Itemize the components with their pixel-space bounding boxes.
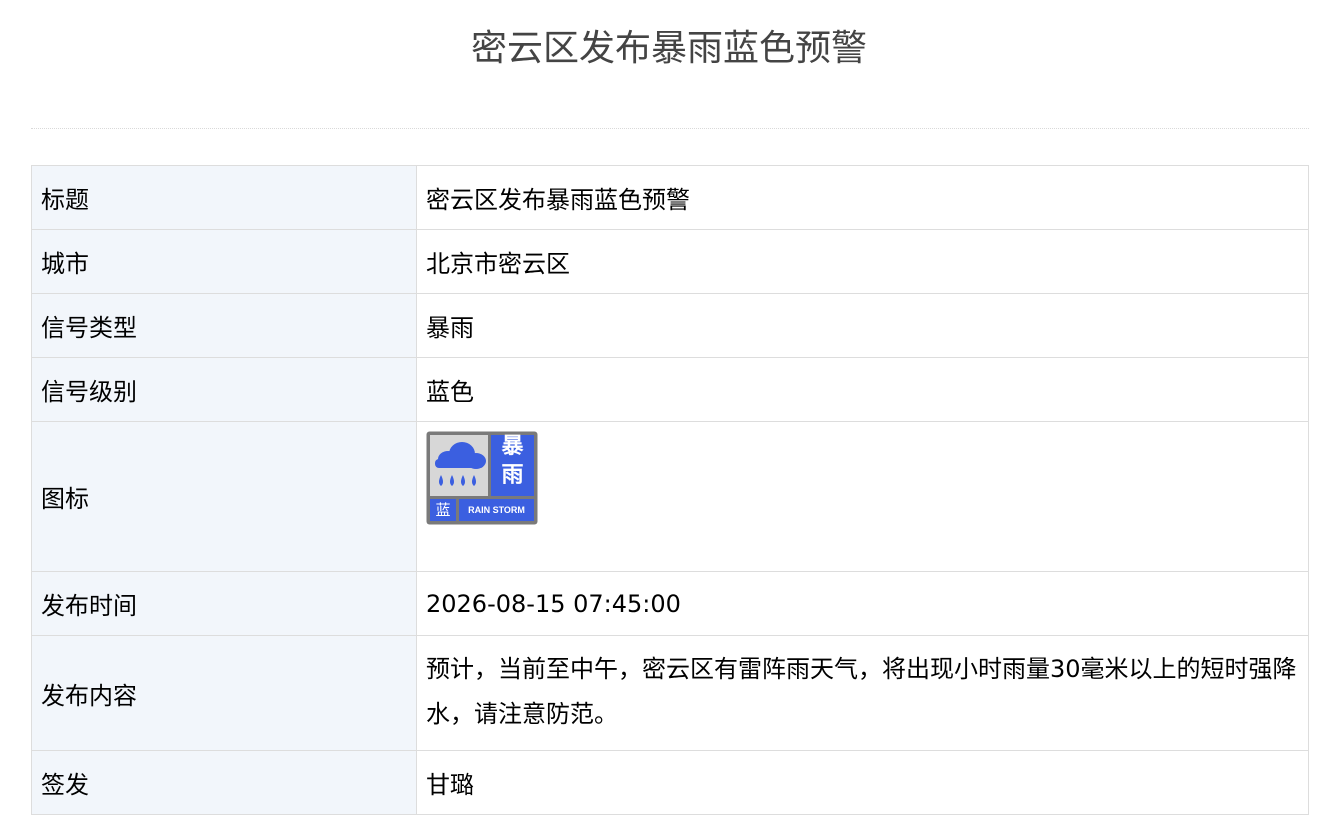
row-label-publish-time: 发布时间	[31, 571, 417, 636]
row-value-signal-type: 暴雨	[416, 293, 1309, 358]
table-row: 图标 暴 雨 蓝 RAIN STORM	[31, 421, 1309, 572]
row-label-signal-level: 信号级别	[31, 357, 417, 422]
table-row: 标题 密云区发布暴雨蓝色预警	[31, 165, 1309, 230]
page-title: 密云区发布暴雨蓝色预警	[470, 28, 867, 69]
table-row: 签发 甘璐	[31, 750, 1309, 815]
icon-english-text: RAIN STORM	[468, 505, 525, 515]
table-row: 信号级别 蓝色	[31, 357, 1309, 422]
warning-info-table: 标题 密云区发布暴雨蓝色预警 城市 北京市密云区 信号类型 暴雨 信号级别 蓝色…	[31, 165, 1309, 815]
row-value-icon: 暴 雨 蓝 RAIN STORM	[416, 421, 1309, 572]
icon-level-char: 蓝	[435, 501, 451, 519]
row-value-signal-level: 蓝色	[416, 357, 1309, 422]
table-row: 发布时间 2026-08-15 07:45:00	[31, 571, 1309, 636]
table-row: 城市 北京市密云区	[31, 229, 1309, 294]
row-label-content: 发布内容	[31, 635, 417, 751]
row-label-signal-type: 信号类型	[31, 293, 417, 358]
row-value-content: 预计，当前至中午，密云区有雷阵雨天气，将出现小时雨量30毫米以上的短时强降水，请…	[416, 635, 1309, 751]
row-label-title: 标题	[31, 165, 417, 230]
table-row: 信号类型 暴雨	[31, 293, 1309, 358]
row-value-city: 北京市密云区	[416, 229, 1309, 294]
table-row: 发布内容 预计，当前至中午，密云区有雷阵雨天气，将出现小时雨量30毫米以上的短时…	[31, 635, 1309, 751]
row-label-icon: 图标	[31, 421, 417, 572]
row-label-issuer: 签发	[31, 750, 417, 815]
title-divider	[31, 128, 1309, 129]
row-value-issuer: 甘璐	[416, 750, 1309, 815]
row-value-title: 密云区发布暴雨蓝色预警	[416, 165, 1309, 230]
icon-type-char-1: 暴	[501, 434, 524, 459]
row-label-city: 城市	[31, 229, 417, 294]
row-value-publish-time: 2026-08-15 07:45:00	[416, 571, 1309, 636]
icon-type-char-2: 雨	[501, 463, 524, 488]
